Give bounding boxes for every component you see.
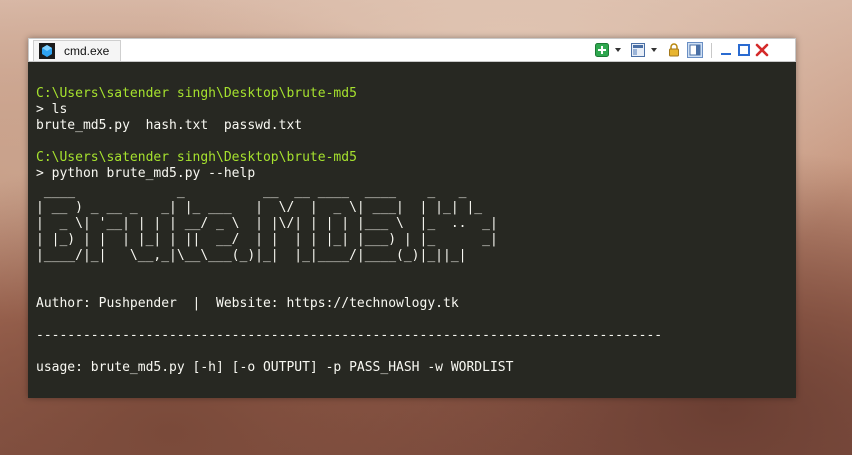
console-path-line: C:\Users\satender singh\Desktop\brute-md…	[36, 150, 357, 165]
ascii-banner-line: | _ \| '__| | | | __/ _ \ | |\/| | | | |…	[36, 216, 498, 231]
layout-dropdown-icon[interactable]	[651, 48, 657, 52]
cmd-window: cmd.exe C:\Users\satender singh\Desktop\…	[28, 38, 796, 398]
tab-cmd[interactable]: cmd.exe	[33, 40, 121, 61]
divider-line: ----------------------------------------…	[36, 328, 663, 343]
author-line: Author: Pushpender | Website: https://te…	[36, 296, 459, 311]
usage-line: usage: brute_md5.py [-h] [-o OUTPUT] -p …	[36, 360, 514, 375]
close-icon[interactable]	[755, 43, 769, 57]
ascii-banner-line: |____/|_| \__,_|\__\___(_)|_| |_|____/|_…	[36, 248, 467, 263]
console-command-line: > ls	[36, 102, 68, 117]
ascii-banner-line: | |_) | | | |_| | || __/ | | | | |_| |__…	[36, 232, 498, 247]
split-view-icon[interactable]	[687, 42, 703, 58]
console-app-icon	[39, 43, 55, 59]
console-line: brute_md5.py hash.txt passwd.txt	[36, 118, 303, 133]
ascii-banner-line: | __ ) _ __ _ _| |_ ___ | \/ | _ \| ___|…	[36, 200, 483, 215]
layout-icon[interactable]	[631, 43, 645, 57]
console-output[interactable]: C:\Users\satender singh\Desktop\brute-md…	[28, 62, 796, 398]
tab-title: cmd.exe	[64, 44, 110, 58]
new-tab-icon[interactable]	[595, 43, 609, 57]
new-tab-dropdown-icon[interactable]	[615, 48, 621, 52]
maximize-icon[interactable]	[737, 43, 751, 57]
ascii-banner-line: ____ _ __ __ ____ ____ _ _	[36, 184, 467, 199]
console-command-line: > python brute_md5.py --help	[36, 166, 256, 181]
minimize-icon[interactable]	[719, 43, 733, 57]
title-bar: cmd.exe	[28, 38, 796, 62]
lock-icon[interactable]	[667, 43, 681, 57]
toolbar-separator	[711, 43, 712, 58]
console-path-line: C:\Users\satender singh\Desktop\brute-md…	[36, 86, 357, 101]
